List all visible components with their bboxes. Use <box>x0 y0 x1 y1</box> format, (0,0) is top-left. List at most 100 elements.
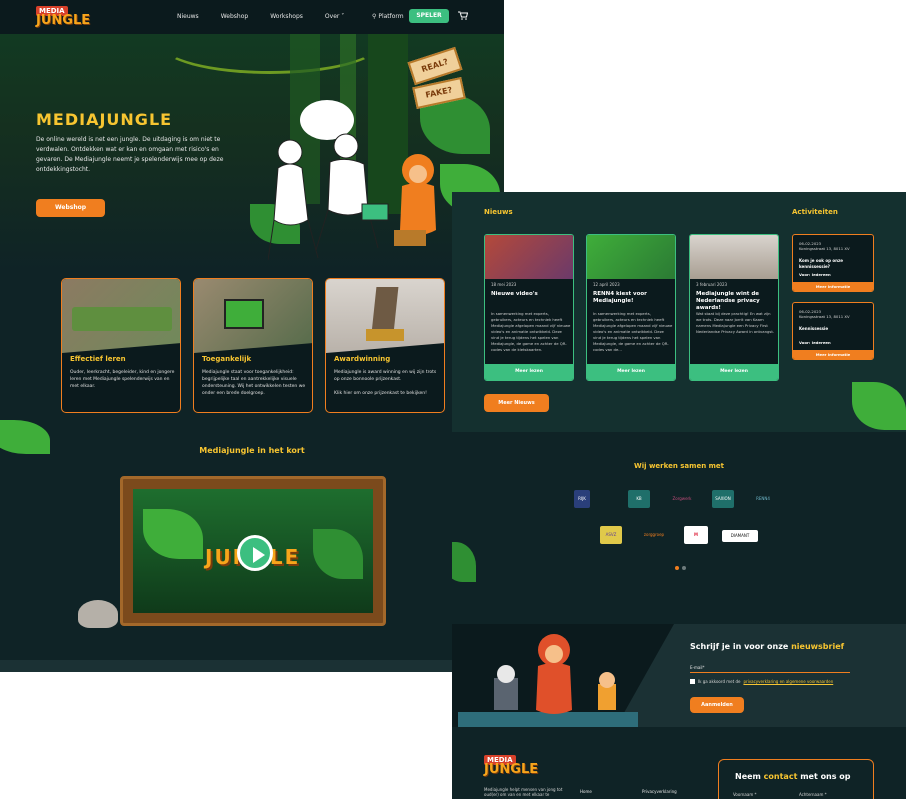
hero-section: REAL? FAKE? MEDIAJUNGLE De online wereld… <box>0 34 504 270</box>
platform-label: Platform <box>378 13 404 20</box>
partner-logo[interactable]: ASVZ <box>600 526 622 544</box>
prijzenkast-link-text: Klik hier om onze prijzenkast te bekijke… <box>334 391 427 396</box>
activity-title: Kom je ook op onze kennissessie? <box>799 258 844 269</box>
activity-audience: Voor: Iedereen <box>799 340 831 345</box>
subscribe-button[interactable]: Aanmelden <box>690 697 744 713</box>
footer-link-home[interactable]: Home <box>580 789 592 794</box>
news-date: 3 februari 2023 <box>696 282 728 287</box>
last-name-field[interactable]: Achternaam * <box>799 792 827 797</box>
news-excerpt: Wat staat bij deze prachtig! En wat zijn… <box>696 311 775 334</box>
first-name-field[interactable]: Voornaam * <box>733 792 757 797</box>
activity-meta: 06-02-2023 Koningsstraat 13, 8011 XV <box>799 309 850 319</box>
partners-title: Wij werken samen met <box>634 462 724 470</box>
activity-place: Koningsstraat 13, 8011 XV <box>799 314 850 319</box>
footer-logo[interactable]: MEDIA JUNGLE <box>484 755 538 776</box>
news-title: Nieuws <box>484 208 513 216</box>
feature-card-awardwinning[interactable]: Awardwinning Mediajungle is award winnin… <box>325 278 445 413</box>
activity-card[interactable]: 06-02-2023 Koningsstraat 13, 8011 XV Kenn… <box>792 302 874 360</box>
card-text: Ouder, leerkracht, begeleider, kind en j… <box>70 370 175 389</box>
read-more-button[interactable]: Meer lezen <box>587 364 675 380</box>
nav-item-over-label: Over <box>324 13 340 20</box>
footer-link-privacy[interactable]: Privacyverklaring <box>642 789 677 794</box>
news-headline: Mediajungle wint de Nederlandse privacy … <box>696 291 760 311</box>
card-photo <box>62 279 180 353</box>
partner-logo[interactable]: DIAMANT <box>722 530 758 542</box>
privacy-consent[interactable]: Ik ga akkoord met de privacyverklaring e… <box>690 679 833 684</box>
news-card[interactable]: 12 april 2023 RENN4 kiest voor Mediajung… <box>586 234 676 381</box>
leaf-decoration <box>313 529 363 579</box>
news-photo <box>485 235 573 279</box>
card-divider <box>62 343 180 353</box>
consent-text: Ik ga akkoord met de <box>698 679 741 684</box>
platform-link[interactable]: ⚲ Platform <box>372 13 404 20</box>
card-title: Effectief leren <box>70 355 126 363</box>
activities-title: Activiteiten <box>792 208 838 216</box>
newsletter-title: Schrijf je in voor onze nieuwsbrief <box>690 642 844 651</box>
nav-item-webshop[interactable]: Webshop <box>221 13 249 20</box>
contact-form: Neem contact met ons op Voornaam * Achte… <box>718 759 874 799</box>
news-card[interactable]: 3 februari 2023 Mediajungle wint de Nede… <box>689 234 779 381</box>
partner-logo[interactable]: RENN4 <box>748 490 778 508</box>
carousel-dot-active[interactable] <box>675 566 679 570</box>
carousel-dot[interactable] <box>682 566 686 570</box>
leaf-decoration <box>143 509 203 559</box>
news-photo <box>690 235 778 279</box>
footer-about-text: Mediajungle helpt mensen van jong tot ou… <box>484 787 563 797</box>
hero-description: De online wereld is net een jungle. De u… <box>36 136 224 173</box>
newsletter-title-a: Schrijf je in voor onze <box>690 642 792 651</box>
nav-item-nieuws[interactable]: Nieuws <box>177 13 199 20</box>
cart-icon[interactable] <box>458 11 468 20</box>
homepage-screen-right: Nieuws Activiteiten 18 mei 2023 Nieuwe v… <box>452 192 906 799</box>
partner-logo[interactable]: RIJK <box>574 490 590 508</box>
card-text: Mediajungle is award winning en wij zijn… <box>334 370 437 382</box>
video-player[interactable]: JUNGLE <box>120 476 386 626</box>
video-section-title: Mediajungle in het kort <box>199 446 305 455</box>
nav-item-over[interactable]: Over ˅ <box>325 13 344 20</box>
activity-title: Kennissessie <box>799 326 829 331</box>
mediajungle-logo[interactable]: MEDIA JUNGLE <box>36 6 90 27</box>
tablet-screen <box>224 299 264 329</box>
news-photo <box>587 235 675 279</box>
more-info-button[interactable]: Meer informatie <box>793 350 873 359</box>
site-footer: MEDIA JUNGLE Mediajungle helpt mensen va… <box>452 727 906 799</box>
webshop-button[interactable]: Webshop <box>36 199 105 217</box>
carousel-dots <box>675 566 686 570</box>
partner-logo[interactable]: M <box>684 526 708 544</box>
news-card[interactable]: 18 mei 2023 Nieuwe video's In samenwerki… <box>484 234 574 381</box>
main-nav: Nieuws Webshop Workshops Over ˅ <box>177 13 344 20</box>
user-icon: ⚲ <box>372 13 377 20</box>
more-info-button[interactable]: Meer informatie <box>793 282 873 291</box>
partner-logo[interactable]: Zorgwerk <box>664 490 700 508</box>
contact-title-b: contact <box>763 772 798 781</box>
partner-logo[interactable]: zorggroep <box>636 526 672 544</box>
footer-strip <box>0 660 504 672</box>
newsletter-title-b: nieuwsbrief <box>791 642 845 651</box>
read-more-button[interactable]: Meer lezen <box>485 364 573 380</box>
play-icon[interactable] <box>237 535 273 571</box>
email-field[interactable] <box>690 672 850 673</box>
news-date: 18 mei 2023 <box>491 282 517 287</box>
news-excerpt: In samenwerking met experts, gebruikers,… <box>593 311 673 352</box>
nav-item-workshops[interactable]: Workshops <box>270 13 303 20</box>
activity-audience: Voor: Iedereen <box>799 272 831 277</box>
more-news-button[interactable]: Meer Nieuws <box>484 394 549 412</box>
prijzenkast-link[interactable]: Klik hier om onze prijzenkast te bekijke… <box>334 390 442 397</box>
consent-checkbox[interactable] <box>690 679 695 684</box>
card-text: Mediajungle staat voor toegankelijkheid:… <box>202 370 306 396</box>
read-more-button[interactable]: Meer lezen <box>690 364 778 380</box>
chevron-down-icon: ˅ <box>341 13 345 20</box>
privacy-link[interactable]: privacyverklaring en algemene voorwaarde… <box>743 679 833 684</box>
leaf-decoration <box>852 382 906 430</box>
feature-card-toegankelijk[interactable]: Toegankelijk Mediajungle staat voor toeg… <box>193 278 313 413</box>
partner-logo[interactable]: SAXION <box>712 490 734 508</box>
board-game <box>72 307 172 331</box>
speler-button[interactable]: SPELER <box>409 9 449 23</box>
partner-logo[interactable]: KB <box>628 490 650 508</box>
activity-card[interactable]: 06-02-2023 Koningsstraat 13, 8011 XV Kom … <box>792 234 874 292</box>
news-activities-section: Nieuws Activiteiten 18 mei 2023 Nieuwe v… <box>452 192 906 432</box>
card-title: Toegankelijk <box>202 355 252 363</box>
feature-card-effectief-leren[interactable]: Effectief leren Ouder, leerkracht, begel… <box>61 278 181 413</box>
leaf-decoration <box>452 542 476 582</box>
email-label: E-mail* <box>690 665 705 670</box>
hero-illustration <box>268 133 436 261</box>
